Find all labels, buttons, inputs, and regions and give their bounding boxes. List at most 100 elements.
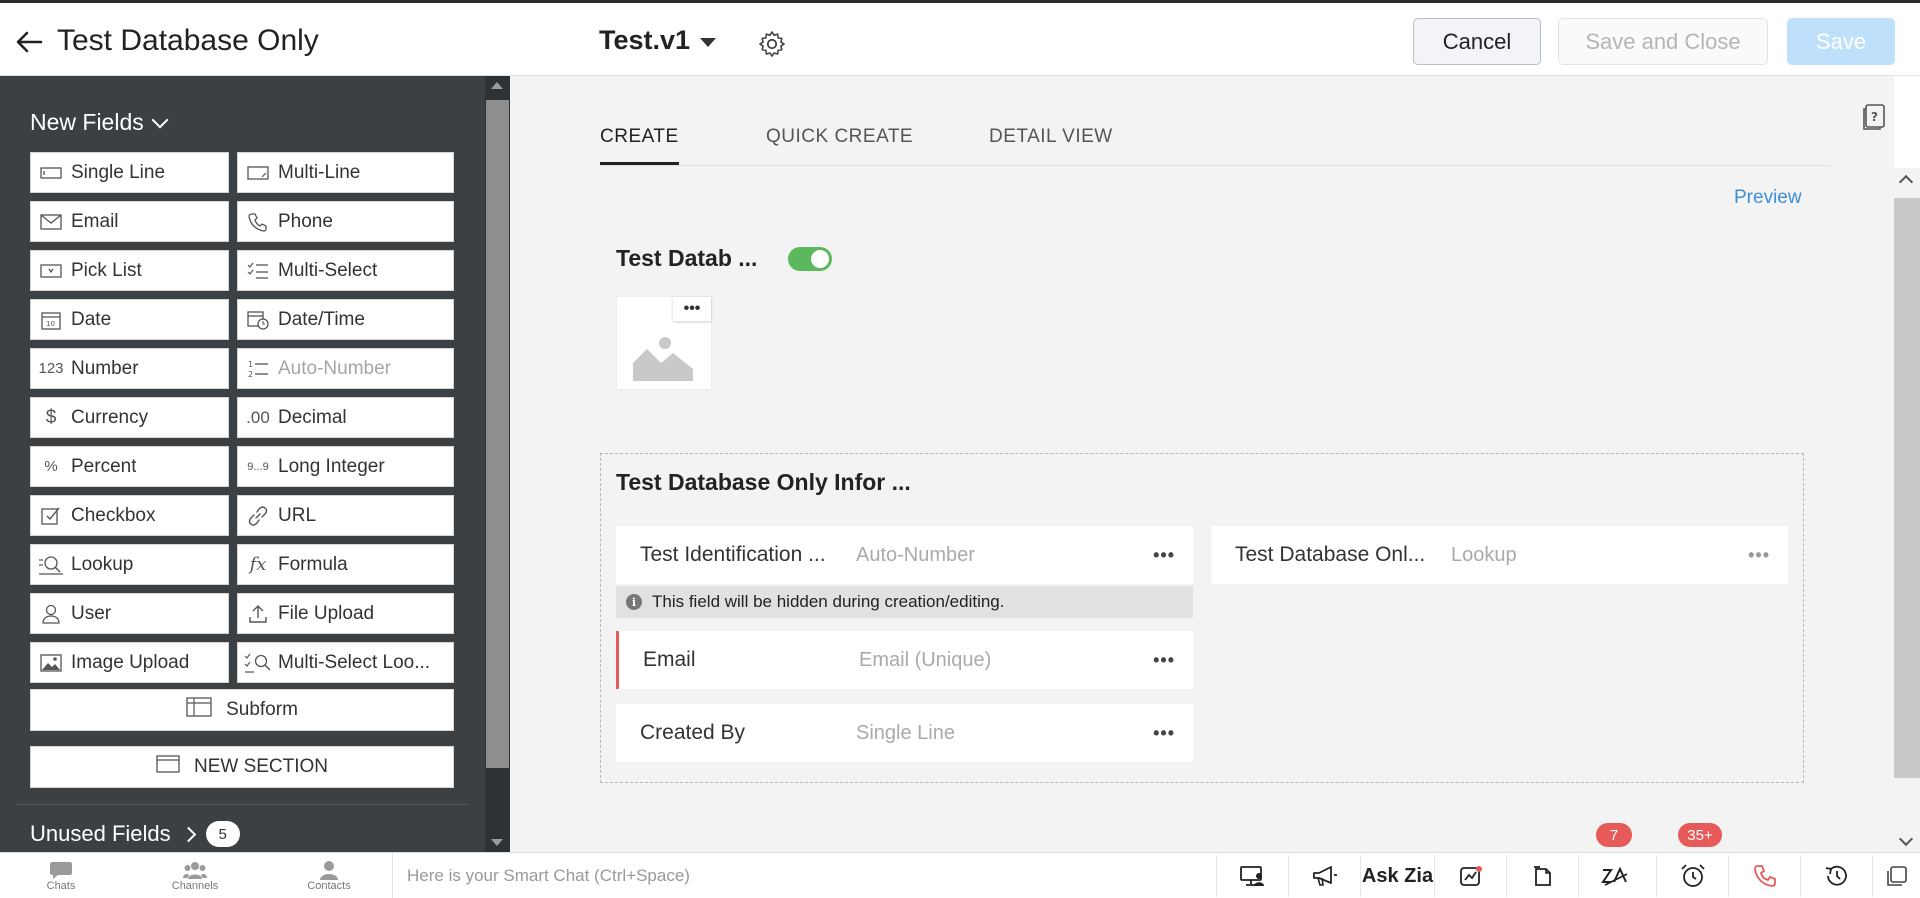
palette-scroll-thumb[interactable]: [486, 100, 509, 768]
more-options-icon[interactable]: •••: [1153, 545, 1175, 566]
field-tile-url[interactable]: URL: [237, 495, 454, 536]
layout-field-email[interactable]: Email Email (Unique) •••: [616, 631, 1193, 689]
chats-button[interactable]: Chats: [16, 855, 106, 897]
layout-field-created-by[interactable]: Created By Single Line •••: [616, 704, 1193, 762]
layout-field-test-database-lookup[interactable]: Test Database Onl... Lookup •••: [1211, 526, 1788, 584]
field-types-grid: Single Line Multi-Line Email Phone Pick …: [30, 152, 454, 683]
analytics-button[interactable]: [1434, 855, 1506, 897]
tab-quick-create[interactable]: QUICK CREATE: [766, 126, 913, 162]
save-button[interactable]: Save: [1787, 18, 1895, 65]
gear-icon[interactable]: [757, 29, 787, 59]
multi-select-icon: [238, 262, 278, 280]
field-tile-multi-line[interactable]: Multi-Line: [237, 152, 454, 193]
field-tile-file-upload[interactable]: File Upload: [237, 593, 454, 634]
preview-link[interactable]: Preview: [1734, 187, 1802, 209]
layout-field-test-identification[interactable]: Test Identification ... Auto-Number •••: [616, 526, 1193, 584]
field-tile-multi-select-lookup[interactable]: Multi-Select Loo...: [237, 642, 454, 683]
field-tile-lookup[interactable]: Lookup: [30, 544, 229, 585]
field-tile-auto-number[interactable]: 12 Auto-Number: [237, 348, 454, 389]
scroll-down-arrow-icon[interactable]: [1898, 831, 1914, 847]
more-options-icon[interactable]: •••: [1153, 650, 1175, 671]
lookup-icon: [31, 555, 71, 575]
field-tile-formula[interactable]: fx Formula: [237, 544, 454, 585]
field-tile-image-upload[interactable]: Image Upload: [30, 642, 229, 683]
screen-share-button[interactable]: [1216, 855, 1288, 897]
layout-dropdown-caret-icon[interactable]: [700, 38, 716, 47]
announcements-button[interactable]: [1288, 855, 1360, 897]
more-options-icon[interactable]: •••: [1748, 545, 1770, 566]
reminders-button[interactable]: [1656, 855, 1728, 897]
field-palette: New Fields Single Line Multi-Line Email …: [0, 76, 485, 852]
new-fields-toggle[interactable]: New Fields: [30, 109, 169, 136]
more-options-icon[interactable]: •••: [1153, 723, 1175, 744]
field-tile-single-line[interactable]: Single Line: [30, 152, 229, 193]
multi-line-icon: [238, 165, 278, 180]
field-tile-date-time[interactable]: Date/Time: [237, 299, 454, 340]
palette-divider: [16, 804, 468, 805]
subform-tile[interactable]: Subform: [30, 689, 454, 731]
analytics-chart-icon: [1459, 866, 1482, 886]
svg-text:2: 2: [248, 370, 253, 379]
bottom-more-button[interactable]: [1872, 855, 1920, 897]
record-image-field[interactable]: •••: [616, 296, 712, 390]
channels-button[interactable]: Channels: [150, 855, 240, 897]
layout-selector[interactable]: Test.v1: [599, 25, 690, 56]
channels-group-icon: [183, 862, 207, 879]
email-icon: [31, 213, 71, 230]
ask-zia-button[interactable]: Ask Zia: [1360, 855, 1434, 897]
unused-fields-label: Unused Fields: [30, 821, 171, 846]
chat-bubble-icon: [50, 862, 72, 879]
field-tile-long-integer[interactable]: 9...9 Long Integer: [237, 446, 454, 487]
field-tile-multi-select[interactable]: Multi-Select: [237, 250, 454, 291]
field-tile-phone[interactable]: Phone: [237, 201, 454, 242]
bottom-bar: Chats Channels Contacts Here is your Sma…: [0, 852, 1920, 898]
scroll-down-arrow-icon[interactable]: [491, 839, 503, 846]
new-fields-label: New Fields: [30, 109, 144, 135]
unused-fields-toggle[interactable]: Unused Fields 5: [30, 821, 240, 847]
save-and-close-button[interactable]: Save and Close: [1558, 18, 1768, 65]
desktop-icon: [1239, 866, 1264, 886]
checkbox-icon: [31, 506, 71, 526]
scroll-up-arrow-icon[interactable]: [491, 82, 503, 89]
scroll-up-arrow-icon[interactable]: [1898, 174, 1914, 190]
url-icon: [238, 505, 278, 527]
canvas-scrollbar[interactable]: [1894, 168, 1920, 852]
field-tile-pick-list[interactable]: Pick List: [30, 250, 229, 291]
smart-chat-input[interactable]: Here is your Smart Chat (Ctrl+Space): [392, 853, 1214, 898]
field-tile-email[interactable]: Email: [30, 201, 229, 242]
phone-call-button[interactable]: [1728, 855, 1800, 897]
help-document-icon[interactable]: ?: [1862, 104, 1886, 130]
page-title: Test Database Only: [57, 24, 319, 57]
field-tile-currency[interactable]: $ Currency: [30, 397, 229, 438]
zia-signals-button[interactable]: [1578, 855, 1650, 897]
multi-select-lookup-icon: [238, 653, 278, 673]
tab-detail-view[interactable]: DETAIL VIEW: [989, 126, 1113, 162]
recent-history-button[interactable]: [1800, 855, 1872, 897]
module-name[interactable]: Test Datab ...: [616, 245, 757, 272]
field-tile-checkbox[interactable]: Checkbox: [30, 495, 229, 536]
contacts-button[interactable]: Contacts: [284, 855, 374, 897]
toggle-knob: [811, 250, 829, 268]
canvas-scroll-thumb[interactable]: [1894, 198, 1920, 778]
image-upload-icon: [31, 653, 71, 672]
field-tile-user[interactable]: User: [30, 593, 229, 634]
notes-button[interactable]: [1506, 855, 1578, 897]
back-arrow-icon[interactable]: [14, 27, 44, 57]
more-options-icon[interactable]: •••: [673, 297, 711, 321]
cancel-button[interactable]: Cancel: [1413, 18, 1541, 65]
field-type: Single Line: [856, 721, 955, 744]
section-icon: [156, 755, 180, 779]
svg-text:1: 1: [248, 360, 253, 369]
tab-create[interactable]: CREATE: [600, 126, 679, 165]
field-tile-number[interactable]: 123 Number: [30, 348, 229, 389]
svg-text:?: ?: [1871, 110, 1878, 124]
field-tile-date[interactable]: 10 Date: [30, 299, 229, 340]
field-tile-decimal[interactable]: .00 Decimal: [237, 397, 454, 438]
field-tile-percent[interactable]: % Percent: [30, 446, 229, 487]
module-toggle[interactable]: [788, 247, 832, 271]
section-title[interactable]: Test Database Only Infor ...: [616, 469, 911, 496]
new-section-tile[interactable]: NEW SECTION: [30, 746, 454, 788]
datetime-icon: [238, 310, 278, 330]
palette-scrollbar[interactable]: [485, 76, 510, 852]
field-type: Lookup: [1451, 543, 1517, 566]
